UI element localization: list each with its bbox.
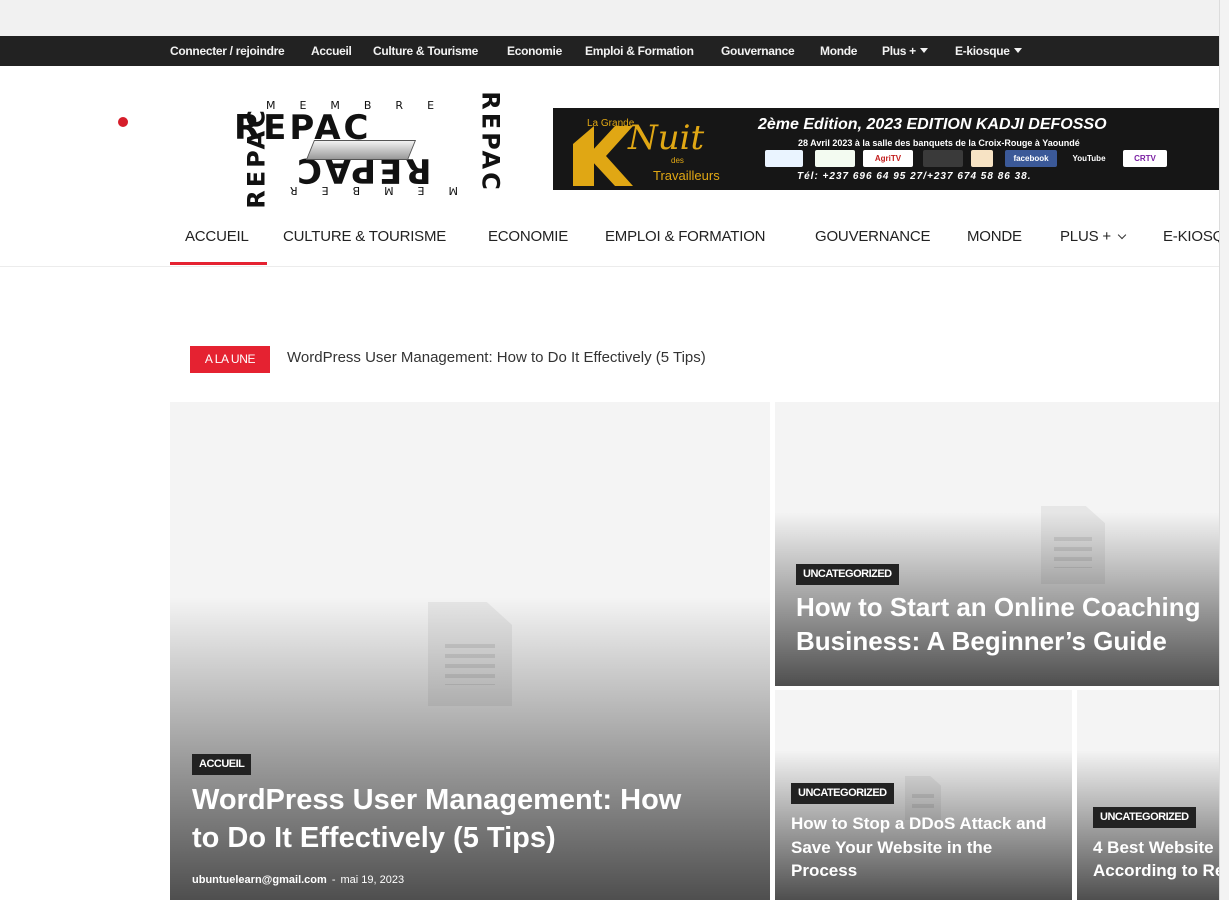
post-meta: ubuntuelearn@gmail.com - mai 19, 2023 [192, 874, 404, 886]
nav-item-culture[interactable]: CULTURE & TOURISME [283, 228, 446, 245]
nav-item-plus[interactable]: PLUS + [1060, 228, 1127, 246]
chevron-down-icon [1117, 230, 1127, 240]
active-nav-underline [170, 262, 267, 265]
nav-item-monde[interactable]: MONDE [967, 228, 1022, 245]
nav-item-ekiosque[interactable]: E-KIOSQ [1163, 228, 1224, 245]
post-title-line-1[interactable]: 4 Best Website [1093, 838, 1214, 858]
chevron-down-icon [919, 48, 928, 53]
window-scrollbar[interactable] [1219, 0, 1229, 900]
topbar-culture-link[interactable]: Culture & Tourisme [373, 36, 478, 66]
post-title-line-1[interactable]: WordPress User Management: How [192, 784, 681, 817]
banner-date-place: 28 Avril 2023 à la salle des banquets de… [798, 138, 1080, 148]
banner-edition: 2ème Edition, 2023 EDITION KADJI DEFOSSO [758, 116, 1107, 133]
top-bar: Connecter / rejoindre Accueil Culture & … [0, 36, 1220, 66]
chevron-down-icon [1013, 48, 1022, 53]
logo-newspaper-graphic [305, 140, 417, 160]
nav-item-gouvernance[interactable]: GOUVERNANCE [815, 228, 931, 245]
logo-red-dot [118, 117, 128, 127]
post-title-line-2[interactable]: Business: A Beginner’s Guide [796, 626, 1167, 657]
topbar-monde-link[interactable]: Monde [820, 36, 857, 66]
banner-tag-des: des [671, 156, 684, 165]
post-date: mai 19, 2023 [340, 874, 405, 886]
breaking-news-headline[interactable]: WordPress User Management: How to Do It … [287, 349, 706, 366]
featured-post-right-top[interactable]: UNCATEGORIZED How to Start an Online Coa… [775, 402, 1220, 686]
featured-post-bottom-right[interactable]: UNCATEGORIZED 4 Best Website According t… [1077, 690, 1220, 900]
nav-item-emploi[interactable]: EMPLOI & FORMATION [605, 228, 766, 245]
topbar-login-link[interactable]: Connecter / rejoindre [170, 36, 285, 66]
topbar-ekiosque-label: E-kiosque [955, 44, 1010, 58]
sponsor-logo-crtv: CRTV [1123, 150, 1167, 167]
post-author[interactable]: ubuntuelearn@gmail.com [192, 874, 327, 886]
sponsor-logo-5 [971, 150, 993, 167]
post-title-line-2[interactable]: Save Your Website in the [791, 838, 992, 858]
sponsor-logo-youtube: YouTube [1063, 150, 1115, 167]
banner-k-mark [573, 126, 633, 186]
banner-script-title: Nuit [628, 118, 705, 158]
category-badge[interactable]: UNCATEGORIZED [796, 564, 899, 585]
logo-member-bottom: MEMBER [265, 184, 459, 197]
sponsor-logo-2 [815, 150, 855, 167]
topbar-gouvernance-link[interactable]: Gouvernance [721, 36, 795, 66]
featured-post-bottom-left[interactable]: UNCATEGORIZED How to Stop a DDoS Attack … [775, 690, 1072, 900]
featured-post-main[interactable]: ACCUEIL WordPress User Management: How t… [170, 402, 770, 900]
banner-phones: Tél: +237 696 64 95 27/+237 674 58 86 38… [797, 171, 1032, 182]
breaking-news-label: A LA UNE [190, 346, 270, 373]
topbar-ekiosque-menu[interactable]: E-kiosque [955, 36, 1022, 66]
category-badge[interactable]: UNCATEGORIZED [791, 783, 894, 804]
sponsor-logo-1 [765, 150, 803, 167]
post-title-line-2[interactable]: According to Re [1093, 861, 1220, 881]
topbar-accueil-link[interactable]: Accueil [311, 36, 352, 66]
sponsor-logo-4 [923, 150, 963, 167]
topbar-economie-link[interactable]: Economie [507, 36, 562, 66]
ad-banner[interactable]: La Grande Nuit des Travailleurs 2ème Edi… [553, 108, 1220, 190]
nav-item-accueil[interactable]: ACCUEIL [185, 228, 249, 245]
nav-plus-label: PLUS + [1060, 228, 1111, 245]
sponsor-logo-facebook: facebook [1005, 150, 1057, 167]
topbar-plus-label: Plus + [882, 44, 916, 58]
banner-tag-bottom: Travailleurs [653, 168, 720, 183]
sponsor-logo-agritv: AgriTV [863, 150, 913, 167]
logo-word-right: REPAC [476, 91, 505, 193]
post-title-line-2[interactable]: to Do It Effectively (5 Tips) [192, 822, 556, 855]
post-title-line-1[interactable]: How to Stop a DDoS Attack and [791, 814, 1046, 834]
category-badge[interactable]: ACCUEIL [192, 754, 252, 775]
post-title-line-3[interactable]: Process [791, 861, 857, 881]
topbar-plus-menu[interactable]: Plus + [882, 36, 928, 66]
browser-top-strip [0, 0, 1229, 37]
main-nav: ACCUEIL CULTURE & TOURISME ECONOMIE EMPL… [0, 210, 1224, 267]
nav-item-economie[interactable]: ECONOMIE [488, 228, 568, 245]
meta-separator: - [331, 874, 336, 886]
category-badge[interactable]: UNCATEGORIZED [1093, 807, 1196, 828]
topbar-emploi-link[interactable]: Emploi & Formation [585, 36, 694, 66]
post-title-line-1[interactable]: How to Start an Online Coaching [796, 592, 1200, 623]
